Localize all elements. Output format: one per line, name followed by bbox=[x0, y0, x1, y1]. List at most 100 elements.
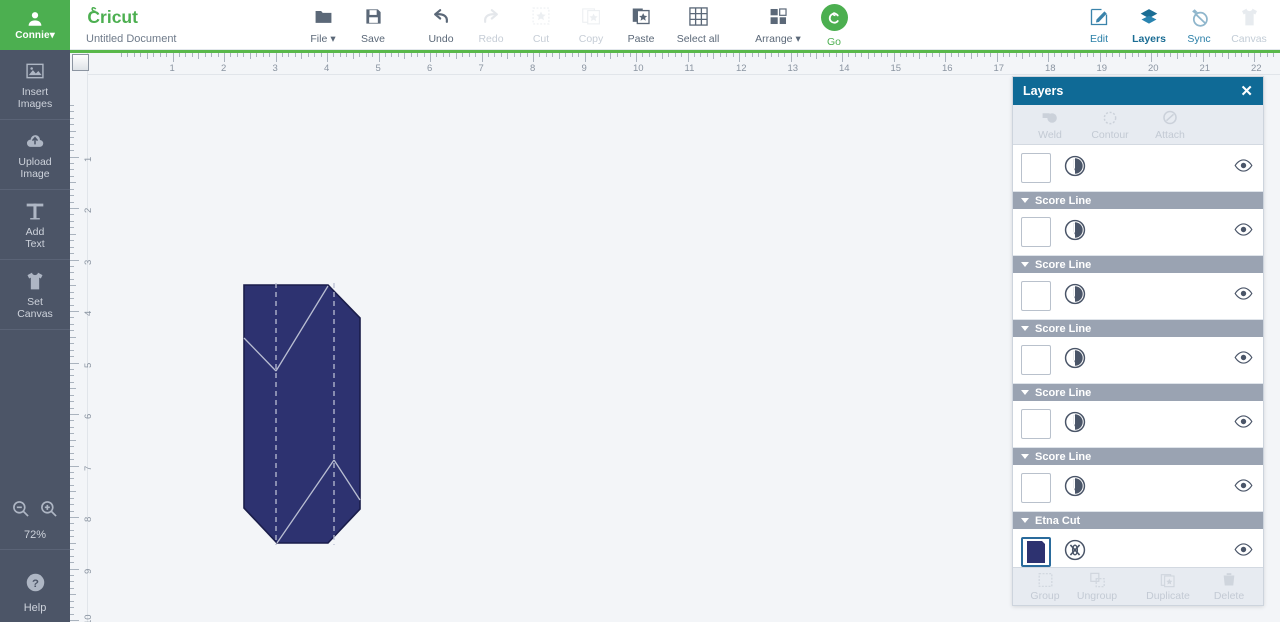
cut-button: Cut bbox=[516, 3, 566, 45]
eye-visible-icon[interactable] bbox=[1234, 351, 1253, 369]
layer-color-swatch[interactable] bbox=[1021, 153, 1051, 183]
score-tool-icon[interactable] bbox=[1064, 347, 1086, 374]
layer-group-header[interactable]: Score Line bbox=[1013, 384, 1263, 401]
layer-color-swatch[interactable] bbox=[1021, 345, 1051, 375]
score-tool-icon[interactable] bbox=[1064, 411, 1086, 438]
eye-visible-icon[interactable] bbox=[1234, 543, 1253, 561]
layer-row[interactable] bbox=[1013, 145, 1263, 192]
ruler-tick-minor bbox=[661, 53, 663, 59]
layer-row[interactable] bbox=[1013, 337, 1263, 384]
score-tool-icon[interactable] bbox=[1064, 475, 1086, 502]
score-tool-icon[interactable] bbox=[1064, 283, 1086, 310]
layer-row[interactable] bbox=[1013, 273, 1263, 320]
redo-button: Redo bbox=[466, 3, 516, 45]
score-tool-icon[interactable] bbox=[1064, 155, 1086, 182]
ruler-tick-minor bbox=[70, 317, 74, 319]
sidebar-item-set-canvas[interactable]: Set Canvas bbox=[0, 260, 70, 330]
layer-row[interactable] bbox=[1013, 401, 1263, 448]
help-button[interactable]: ? Help bbox=[0, 572, 70, 614]
ruler-tick-minor bbox=[487, 53, 489, 57]
account-menu[interactable]: Connie▾ bbox=[0, 0, 70, 50]
ruler-tick-minor bbox=[1125, 53, 1127, 59]
ruler-tick-minor bbox=[70, 446, 74, 448]
sidebar-item-label-2: Text bbox=[25, 238, 45, 250]
file-button[interactable]: File ▾ bbox=[298, 3, 348, 45]
tab-sync[interactable]: Sync bbox=[1174, 3, 1224, 50]
layer-group-header[interactable]: Score Line bbox=[1013, 448, 1263, 465]
ruler-tick-minor bbox=[301, 53, 303, 59]
select-all-button[interactable]: Select all bbox=[666, 3, 730, 45]
ruler-tick-minor bbox=[1060, 53, 1062, 57]
right-tool-group: Edit Layers Sync Canvas bbox=[1074, 3, 1274, 53]
zoom-in-icon[interactable] bbox=[39, 499, 59, 524]
eye-visible-icon[interactable] bbox=[1234, 223, 1253, 241]
save-label: Save bbox=[361, 33, 385, 45]
layer-color-swatch[interactable] bbox=[1021, 281, 1051, 311]
ruler-tick-minor bbox=[70, 426, 74, 428]
layer-color-swatch[interactable] bbox=[1021, 537, 1051, 567]
ruler-tick-minor bbox=[410, 53, 412, 57]
ruler-tick-minor bbox=[70, 497, 74, 499]
ruler-tick-major bbox=[842, 53, 843, 62]
duplicate-label: Duplicate bbox=[1146, 590, 1190, 602]
sidebar-item-upload-image[interactable]: Upload Image bbox=[0, 120, 70, 190]
go-button[interactable]: Go bbox=[812, 4, 856, 48]
layers-list[interactable]: Score Line Score Line Score Line Score Line… bbox=[1013, 145, 1263, 567]
ruler-tick-minor bbox=[1035, 53, 1037, 57]
sidebar-item-label-2: Image bbox=[20, 168, 50, 180]
sidebar-item-label: Insert bbox=[21, 86, 49, 98]
ruler-tick-minor bbox=[938, 53, 940, 57]
ruler-origin-button[interactable] bbox=[72, 54, 89, 71]
chevron-down-icon bbox=[1021, 518, 1029, 523]
document-title[interactable]: Untitled Document bbox=[86, 33, 266, 45]
vertical-ruler: 1234567891011 bbox=[70, 53, 94, 622]
eye-visible-icon[interactable] bbox=[1234, 159, 1253, 177]
ruler-tick-major bbox=[275, 53, 277, 62]
ruler-tick-minor bbox=[951, 53, 953, 57]
cut-tool-icon[interactable] bbox=[1064, 539, 1086, 566]
layer-color-swatch[interactable] bbox=[1021, 473, 1051, 503]
undo-button[interactable]: Undo bbox=[416, 3, 466, 45]
layer-row[interactable] bbox=[1013, 465, 1263, 512]
attach-label: Attach bbox=[1155, 128, 1185, 141]
ruler-tick-minor bbox=[822, 53, 824, 57]
eye-visible-icon[interactable] bbox=[1234, 287, 1253, 305]
sidebar-item-label: Add bbox=[25, 226, 45, 238]
sync-palette-icon bbox=[1189, 5, 1210, 29]
layer-group-header[interactable]: Etna Cut bbox=[1013, 512, 1263, 529]
sidebar-item-insert-images[interactable]: Insert Images bbox=[0, 50, 70, 120]
ruler-number: 9 bbox=[581, 63, 587, 74]
tab-edit[interactable]: Edit bbox=[1074, 3, 1124, 50]
cricut-logo[interactable]: Cricut bbox=[86, 5, 191, 27]
ruler-tick-minor bbox=[1163, 53, 1165, 57]
paste-button[interactable]: Paste bbox=[616, 3, 666, 45]
eye-visible-icon[interactable] bbox=[1234, 415, 1253, 433]
layer-row[interactable] bbox=[1013, 209, 1263, 256]
ruler-tick-minor bbox=[70, 304, 74, 306]
eye-visible-icon[interactable] bbox=[1234, 479, 1253, 497]
sidebar-item-add-text[interactable]: Add Text bbox=[0, 190, 70, 260]
ruler-tick-minor bbox=[597, 53, 599, 57]
ruler-tick-minor bbox=[256, 53, 258, 57]
arrange-button[interactable]: Arrange ▾ bbox=[746, 3, 810, 45]
ruler-tick-minor bbox=[70, 214, 74, 216]
save-button[interactable]: Save bbox=[348, 3, 398, 45]
layer-color-swatch[interactable] bbox=[1021, 217, 1051, 247]
layer-row[interactable] bbox=[1013, 529, 1263, 567]
layer-group-header[interactable]: Score Line bbox=[1013, 320, 1263, 337]
ruler-tick-minor bbox=[977, 53, 979, 57]
layer-group-header[interactable]: Score Line bbox=[1013, 256, 1263, 273]
ruler-tick-minor bbox=[404, 53, 406, 59]
ruler-number: 17 bbox=[993, 63, 1005, 74]
layer-group-header[interactable]: Score Line bbox=[1013, 192, 1263, 209]
ruler-tick-minor bbox=[121, 53, 122, 57]
main-tool-group: File ▾ Save Undo Redo Cut Copy Paste Sel… bbox=[298, 3, 810, 49]
ruler-tick-minor bbox=[70, 233, 76, 235]
zoom-out-icon[interactable] bbox=[11, 499, 31, 524]
close-x-icon[interactable]: ✕ bbox=[1240, 84, 1253, 99]
layer-color-swatch[interactable] bbox=[1021, 409, 1051, 439]
tab-layers[interactable]: Layers bbox=[1124, 3, 1174, 53]
ruler-tick-minor bbox=[70, 349, 74, 351]
ruler-tick-minor bbox=[70, 478, 74, 480]
score-tool-icon[interactable] bbox=[1064, 219, 1086, 246]
